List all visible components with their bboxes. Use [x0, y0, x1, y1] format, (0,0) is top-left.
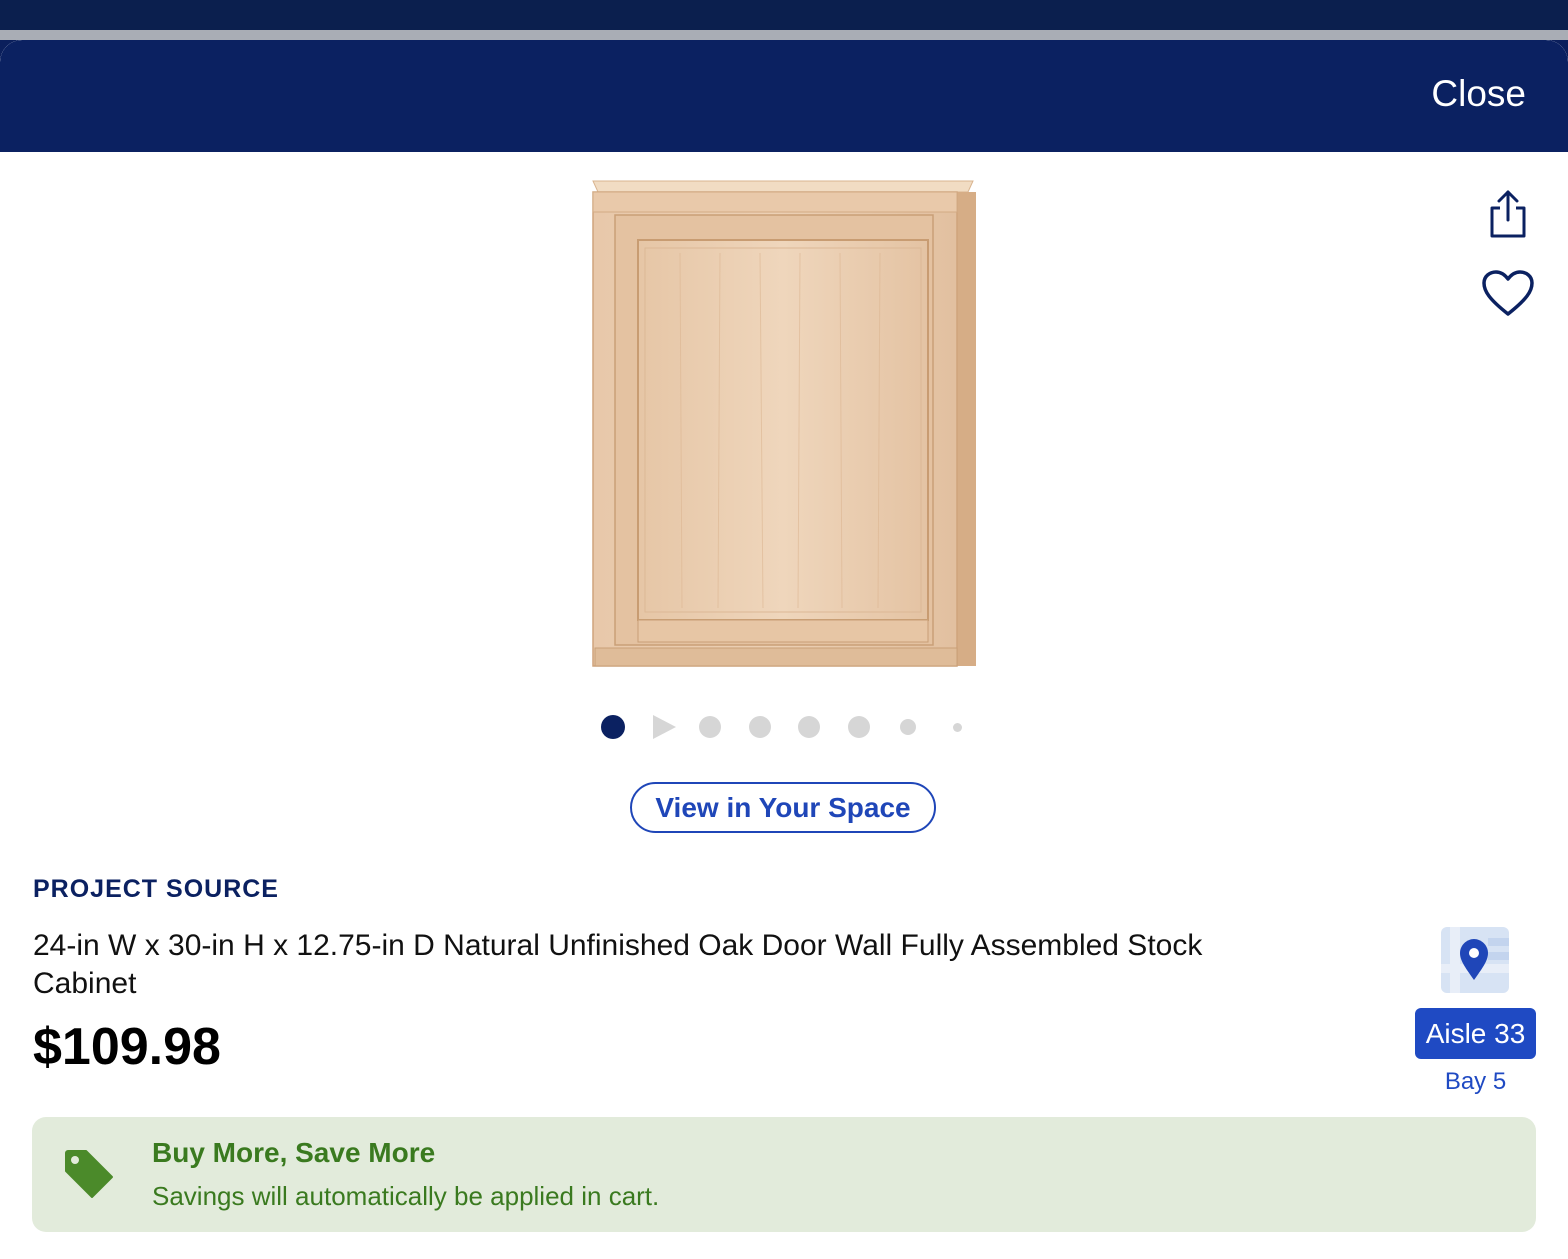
carousel-dot[interactable] [798, 716, 820, 738]
play-icon[interactable] [653, 715, 676, 739]
promo-banner[interactable]: Buy More, Save More Savings will automat… [32, 1117, 1536, 1232]
bay-label: Bay 5 [1444, 1068, 1507, 1095]
carousel-dot[interactable] [699, 716, 721, 738]
carousel-dot[interactable] [848, 716, 870, 738]
price-tag-icon [62, 1147, 116, 1201]
product-price: $109.98 [33, 1018, 221, 1076]
promo-title: Buy More, Save More [152, 1137, 436, 1168]
carousel-dot[interactable] [953, 723, 962, 732]
promo-subtitle: Savings will automatically be applied in… [152, 1181, 660, 1211]
close-button[interactable]: Close [1431, 73, 1526, 115]
carousel-dot[interactable] [900, 719, 916, 735]
product-image[interactable] [590, 178, 980, 668]
product-title: 24-in W x 30-in H x 12.75-in D Natural U… [33, 929, 1203, 1000]
heart-icon[interactable] [1481, 269, 1535, 319]
carousel-dot-active[interactable] [601, 715, 625, 739]
sheet-header: Close [0, 40, 1568, 152]
share-icon[interactable] [1484, 188, 1532, 240]
map-pin-icon[interactable] [1440, 926, 1510, 994]
aisle-badge[interactable]: Aisle 33 [1415, 1008, 1536, 1059]
carousel-dot[interactable] [749, 716, 771, 738]
sheet-backdrop [0, 30, 1568, 40]
product-detail-sheet: Close View in Your Space PROJECT SOURCE … [0, 40, 1568, 1259]
status-bar-strip [0, 0, 1568, 30]
offscreen-content [150, 1246, 490, 1259]
image-carousel-indicator [598, 712, 978, 742]
view-in-your-space-button[interactable]: View in Your Space [630, 782, 936, 833]
product-brand[interactable]: PROJECT SOURCE [33, 875, 279, 904]
